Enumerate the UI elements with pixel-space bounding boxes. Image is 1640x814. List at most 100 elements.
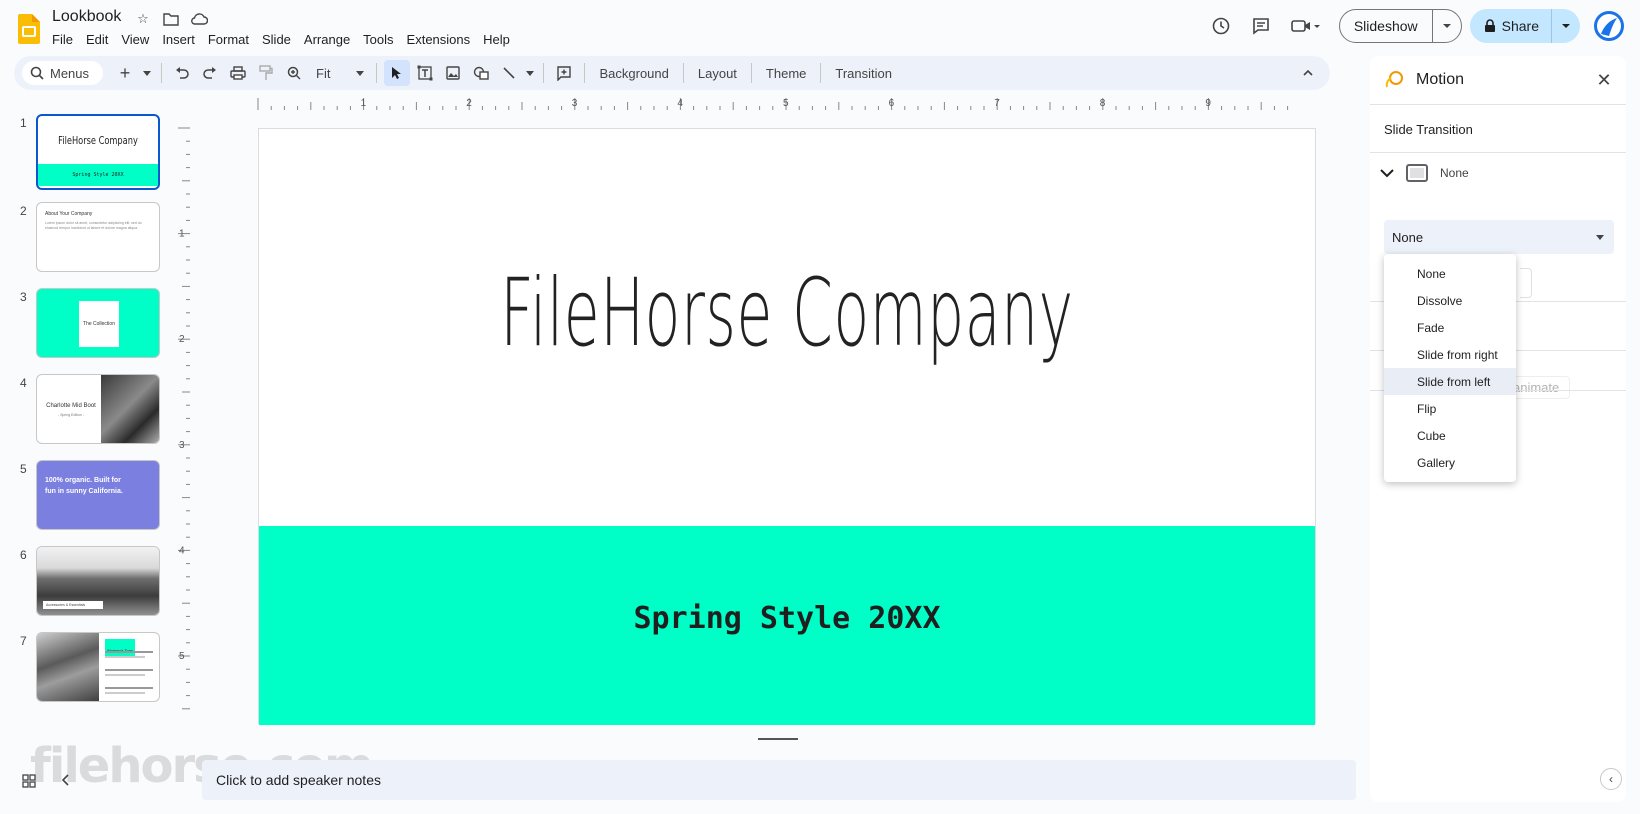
slide-thumbnail-5[interactable]: 100% organic. Built for fun in sunny Cal…: [36, 460, 160, 530]
menu-format[interactable]: Format: [208, 32, 256, 47]
add-comment-icon[interactable]: [551, 60, 577, 86]
option-cube[interactable]: Cube: [1384, 422, 1516, 449]
slide-subtitle[interactable]: Spring Style 20XX: [259, 601, 1315, 636]
slide-thumbnail-2[interactable]: About Your Company Lorem ipsum dolor sit…: [36, 202, 160, 272]
background-button[interactable]: Background: [591, 66, 676, 81]
speaker-notes[interactable]: Click to add speaker notes: [202, 760, 1356, 800]
select-pointer-icon[interactable]: [384, 60, 411, 86]
share-dropdown-icon[interactable]: [1552, 9, 1580, 43]
redo-icon[interactable]: [197, 60, 223, 86]
current-slide[interactable]: FileHorse Company Spring Style 20XX: [258, 128, 1316, 725]
thumb-title: FileHorse Company: [58, 134, 138, 147]
slide-number: 3: [20, 290, 27, 304]
section-title: Slide Transition: [1384, 122, 1473, 137]
search-icon: [30, 66, 44, 80]
option-none[interactable]: None: [1384, 260, 1516, 287]
cloud-status-icon[interactable]: [190, 10, 208, 28]
new-slide-dropdown-icon[interactable]: [140, 60, 154, 86]
ruler-label: 2: [179, 334, 185, 345]
menu-file[interactable]: File: [52, 32, 80, 47]
slide-title[interactable]: FileHorse Company: [460, 259, 1115, 368]
slides-logo-icon[interactable]: [18, 14, 40, 44]
line-dropdown-icon[interactable]: [524, 60, 536, 86]
slide-thumbnail-4[interactable]: Charlotte Mid Boot - Spring Edition -: [36, 374, 160, 444]
notes-resize-handle[interactable]: [758, 738, 798, 740]
chevron-down-icon[interactable]: [1380, 168, 1394, 178]
share-button[interactable]: Share: [1469, 9, 1580, 43]
vertical-ruler[interactable]: 1 2 3 4 5: [178, 124, 190, 724]
search-menus[interactable]: Menus: [22, 61, 104, 85]
ruler-label: 7: [994, 98, 1000, 109]
zoom-select[interactable]: Fit: [308, 66, 370, 81]
thumb-title: Charlotte Mid Boot: [46, 403, 96, 409]
ruler-label: 4: [179, 545, 185, 556]
menu-extensions[interactable]: Extensions: [407, 32, 478, 47]
move-folder-icon[interactable]: [162, 10, 180, 28]
print-icon[interactable]: [225, 60, 251, 86]
horizontal-ruler[interactable]: 1 2 3 4 5 6 7 8 9: [248, 98, 1296, 110]
thumb-subtitle: Spring Style 20XX: [72, 172, 124, 178]
header-actions: Slideshow Share: [1201, 8, 1624, 44]
version-history-icon[interactable]: [1201, 8, 1241, 44]
document-title[interactable]: Lookbook: [52, 8, 121, 26]
thumb-subtitle: - Spring Edition -: [57, 413, 85, 417]
ruler-label: 1: [179, 229, 185, 240]
slideshow-label[interactable]: Slideshow: [1340, 10, 1433, 42]
transition-select[interactable]: None: [1384, 220, 1614, 254]
text-box-icon[interactable]: [412, 60, 438, 86]
chevron-down-icon: [1596, 234, 1604, 240]
slide-thumbnail-7[interactable]: Women's Tops: [36, 632, 160, 702]
layout-button[interactable]: Layout: [690, 66, 745, 81]
new-slide-icon[interactable]: +: [112, 60, 138, 86]
menu-slide[interactable]: Slide: [262, 32, 298, 47]
option-flip[interactable]: Flip: [1384, 395, 1516, 422]
insert-image-icon[interactable]: [440, 60, 466, 86]
collapse-toolbar-icon[interactable]: [1295, 60, 1321, 86]
transition-row[interactable]: None: [1380, 164, 1469, 182]
meet-camera-icon[interactable]: [1281, 8, 1331, 44]
theme-button[interactable]: Theme: [758, 66, 814, 81]
menu-help[interactable]: Help: [483, 32, 517, 47]
comments-icon[interactable]: [1241, 8, 1281, 44]
thumb-title: The Collection: [83, 321, 115, 327]
menu-tools[interactable]: Tools: [363, 32, 400, 47]
option-dissolve[interactable]: Dissolve: [1384, 287, 1516, 314]
slide-number: 7: [20, 634, 27, 648]
line-icon[interactable]: [496, 60, 522, 86]
option-slide-from-right[interactable]: Slide from right: [1384, 341, 1516, 368]
transition-select-value: None: [1392, 229, 1424, 245]
transition-button[interactable]: Transition: [827, 66, 900, 81]
star-icon[interactable]: ☆: [134, 10, 152, 28]
menu-insert[interactable]: Insert: [162, 32, 202, 47]
thumb-text: 100% organic. Built for fun in sunny Cal…: [45, 477, 123, 495]
account-avatar[interactable]: [1594, 11, 1624, 41]
current-transition: None: [1440, 166, 1469, 180]
undo-icon[interactable]: [169, 60, 195, 86]
ruler-label: 9: [1205, 98, 1211, 109]
close-icon[interactable]: ✕: [1594, 70, 1614, 90]
paint-format-icon[interactable]: [253, 60, 279, 86]
slide-number: 4: [20, 376, 27, 390]
option-slide-from-left[interactable]: Slide from left: [1384, 368, 1516, 395]
transition-dropdown: None Dissolve Fade Slide from right Slid…: [1384, 254, 1516, 482]
share-label: Share: [1501, 18, 1539, 34]
slideshow-button[interactable]: Slideshow: [1338, 9, 1462, 43]
menu-edit[interactable]: Edit: [86, 32, 115, 47]
menu-view[interactable]: View: [121, 32, 156, 47]
option-fade[interactable]: Fade: [1384, 314, 1516, 341]
slide-thumbnail-6[interactable]: Accessories & Essentials: [36, 546, 160, 616]
option-gallery[interactable]: Gallery: [1384, 449, 1516, 476]
collapse-panel-icon[interactable]: ‹: [1600, 768, 1622, 790]
slide-thumbnail-3[interactable]: The Collection: [36, 288, 160, 358]
lock-icon: [1484, 19, 1495, 32]
collapse-filmstrip-icon[interactable]: [61, 774, 70, 791]
zoom-icon[interactable]: [281, 60, 307, 86]
menu-arrange[interactable]: Arrange: [304, 32, 357, 47]
ruler-label: 6: [889, 98, 895, 109]
slide-thumbnail-1[interactable]: FileHorse Company Spring Style 20XX: [36, 114, 160, 190]
shape-icon[interactable]: [468, 60, 494, 86]
chevron-down-icon: [356, 70, 365, 76]
slideshow-dropdown-icon[interactable]: [1433, 10, 1461, 42]
grid-view-icon[interactable]: [22, 774, 36, 791]
search-menus-label: Menus: [50, 65, 90, 81]
